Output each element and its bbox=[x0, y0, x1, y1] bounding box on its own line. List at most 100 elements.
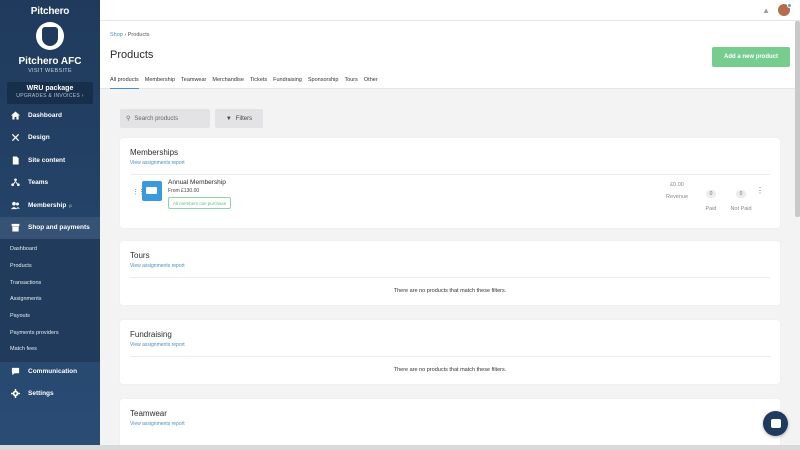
divider bbox=[130, 277, 770, 278]
view-assignments-report-link[interactable]: View assignments report bbox=[130, 342, 185, 348]
paid-label: Paid bbox=[705, 206, 717, 212]
product-row[interactable]: ⋮⋮ Annual Membership From £130.00 All me… bbox=[130, 174, 770, 214]
sidebar-nav: Dashboard Design Site content Teams Memb… bbox=[0, 104, 100, 362]
pitchero-logo[interactable]: Pitchero bbox=[0, 0, 100, 17]
package-title: WRU package bbox=[26, 85, 74, 92]
page-title: Products bbox=[110, 49, 154, 61]
main-content: ⚲ Search products ▼ Filters Memberships … bbox=[100, 90, 793, 445]
subnav-item-payments-providers[interactable]: Payments providers bbox=[0, 324, 100, 341]
filters-label: Filters bbox=[235, 115, 253, 122]
product-tabs: All products Membership Teamwear Merchan… bbox=[110, 71, 384, 89]
subnav-item-match-fees[interactable]: Match fees bbox=[0, 341, 100, 358]
subnav-item-products[interactable]: Products bbox=[0, 258, 100, 275]
package-subtitle: UPGRADES & INVOICES › bbox=[16, 93, 84, 99]
search-icon: ⚲ bbox=[126, 116, 131, 122]
breadcrumb-separator: › bbox=[124, 32, 127, 38]
tab-other[interactable]: Other bbox=[364, 71, 378, 89]
tab-all-products[interactable]: All products bbox=[110, 71, 139, 89]
breadcrumb-shop[interactable]: Shop bbox=[110, 32, 123, 38]
notification-badge bbox=[787, 3, 792, 8]
sidebar: Pitchero Pitchero AFC VISIT WEBSITE WRU … bbox=[0, 0, 100, 450]
sidebar-item-shop-and-payments[interactable]: Shop and payments bbox=[0, 216, 100, 239]
sidebar-item-teams[interactable]: Teams bbox=[0, 172, 100, 195]
top-bar: ▲ bbox=[100, 0, 800, 21]
paid-stat: 0 Paid bbox=[701, 182, 721, 212]
view-assignments-report-link[interactable]: View assignments report bbox=[130, 160, 185, 166]
sidebar-item-settings[interactable]: Settings bbox=[0, 383, 100, 406]
product-name[interactable]: Annual Membership bbox=[168, 179, 226, 186]
sidebar-item-label: Teams bbox=[28, 179, 49, 187]
filter-icon: ▼ bbox=[225, 115, 232, 122]
subnav-item-payouts[interactable]: Payouts bbox=[0, 308, 100, 325]
sidebar-item-label: Design bbox=[28, 134, 50, 142]
sidebar-item-design[interactable]: Design bbox=[0, 127, 100, 150]
beta-badge: β bbox=[69, 202, 72, 208]
sidebar-item-label: Dashboard bbox=[28, 111, 62, 119]
section-teamwear: Teamwear View assignments report bbox=[120, 399, 780, 445]
sidebar-item-label: Communication bbox=[28, 367, 78, 375]
not-paid-stat: 0 Not Paid bbox=[726, 182, 756, 212]
divider bbox=[130, 356, 770, 357]
view-assignments-report-link[interactable]: View assignments report bbox=[130, 421, 185, 427]
tab-membership[interactable]: Membership bbox=[145, 71, 175, 89]
tab-teamwear[interactable]: Teamwear bbox=[181, 71, 206, 89]
teams-icon bbox=[10, 178, 20, 188]
sidebar-item-label: Site content bbox=[28, 156, 66, 164]
tab-tickets[interactable]: Tickets bbox=[250, 71, 267, 89]
tools-icon bbox=[10, 133, 20, 143]
product-price: From £130.00 bbox=[168, 188, 200, 194]
revenue-value: £0.00 bbox=[670, 182, 684, 188]
home-icon bbox=[10, 110, 20, 120]
purchase-eligibility-badge: All members can purchase bbox=[168, 197, 232, 209]
section-fundraising: Fundraising View assignments report Ther… bbox=[120, 320, 780, 384]
sidebar-item-label: Membership bbox=[28, 201, 67, 209]
sidebar-nav-lower: Communication Settings bbox=[0, 360, 100, 405]
sidebar-item-membership[interactable]: Membership β bbox=[0, 194, 100, 217]
shop-subnav: Dashboard Products Transactions Assignme… bbox=[0, 239, 100, 362]
visit-website-link[interactable]: VISIT WEBSITE bbox=[0, 68, 100, 74]
chat-support-button[interactable] bbox=[763, 411, 788, 436]
sidebar-item-site-content[interactable]: Site content bbox=[0, 149, 100, 172]
vertical-scrollbar[interactable] bbox=[795, 21, 800, 217]
chat-bubble-icon bbox=[770, 419, 781, 428]
page-header: Shop › Products Products Add a new produ… bbox=[100, 21, 800, 89]
sidebar-item-dashboard[interactable]: Dashboard bbox=[0, 104, 100, 127]
tab-merchandise[interactable]: Merchandise bbox=[212, 71, 244, 89]
subnav-item-transactions[interactable]: Transactions bbox=[0, 274, 100, 291]
section-title: Fundraising bbox=[130, 330, 172, 339]
section-memberships: Memberships View assignments report ⋮⋮ A… bbox=[120, 138, 780, 228]
revenue-stat: £0.00 Revenue bbox=[656, 182, 698, 200]
breadcrumb: Shop › Products bbox=[110, 32, 149, 38]
club-crest-icon[interactable] bbox=[36, 22, 64, 50]
club-name: Pitchero AFC bbox=[18, 56, 82, 67]
sidebar-item-communication[interactable]: Communication bbox=[0, 360, 100, 383]
sidebar-item-label: Shop and payments bbox=[28, 224, 90, 232]
paid-count: 0 bbox=[705, 190, 717, 198]
package-button[interactable]: WRU package UPGRADES & INVOICES › bbox=[7, 82, 93, 104]
tab-tours[interactable]: Tours bbox=[344, 71, 357, 89]
subnav-item-dashboard[interactable]: Dashboard bbox=[0, 241, 100, 258]
search-input[interactable]: ⚲ Search products bbox=[120, 109, 210, 128]
not-paid-label: Not Paid bbox=[730, 206, 752, 212]
bell-icon[interactable]: ▲ bbox=[762, 6, 770, 15]
section-title: Tours bbox=[130, 251, 150, 260]
section-tours: Tours View assignments report There are … bbox=[120, 241, 780, 305]
filters-button[interactable]: ▼ Filters bbox=[215, 109, 263, 128]
search-placeholder: Search products bbox=[134, 115, 179, 122]
document-icon bbox=[10, 155, 20, 165]
horizontal-scrollbar[interactable] bbox=[0, 445, 800, 450]
more-options-icon[interactable]: ⋮ bbox=[756, 186, 764, 195]
view-assignments-report-link[interactable]: View assignments report bbox=[130, 263, 185, 269]
subnav-item-assignments[interactable]: Assignments bbox=[0, 291, 100, 308]
tab-fundraising[interactable]: Fundraising bbox=[273, 71, 302, 89]
shop-icon bbox=[10, 223, 20, 233]
empty-state-message: There are no products that match these f… bbox=[393, 288, 507, 294]
not-paid-count: 0 bbox=[735, 190, 747, 198]
chat-icon bbox=[10, 366, 20, 376]
section-title: Teamwear bbox=[130, 409, 167, 418]
sidebar-item-label: Settings bbox=[28, 390, 54, 398]
add-product-button[interactable]: Add a new product bbox=[712, 47, 790, 67]
breadcrumb-current: Products bbox=[127, 32, 150, 38]
section-title: Memberships bbox=[130, 148, 179, 157]
tab-sponsorship[interactable]: Sponsorship bbox=[308, 71, 339, 89]
